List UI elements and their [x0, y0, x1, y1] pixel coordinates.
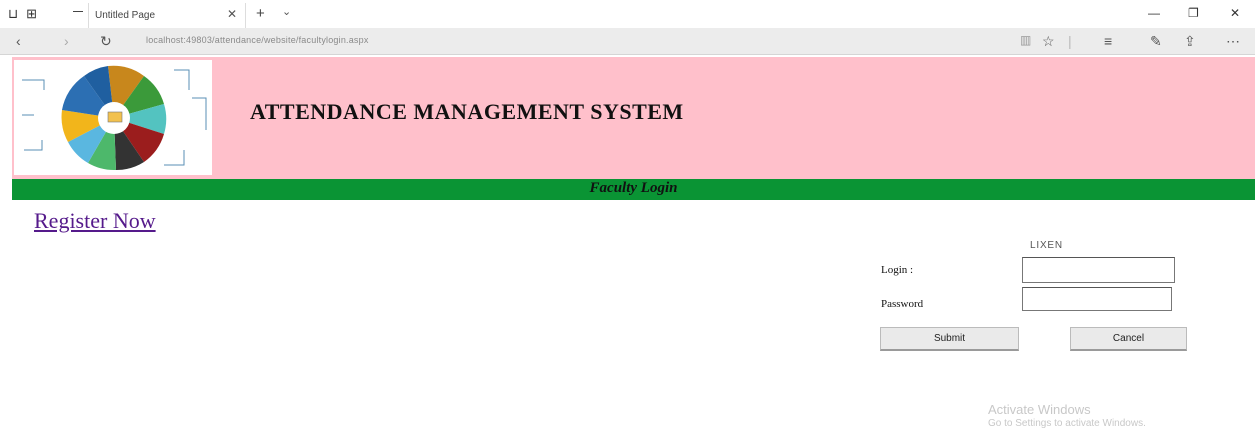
tab-title: Untitled Page — [95, 10, 156, 21]
login-label: Login : — [881, 264, 914, 276]
more-icon[interactable]: ⋯ — [1226, 33, 1240, 50]
site-title: ATTENDANCE MANAGEMENT SYSTEM — [250, 99, 684, 124]
new-tab-icon[interactable]: + — [256, 5, 265, 22]
minimize-icon[interactable]: — — [1148, 6, 1160, 20]
hub-icon[interactable]: ≡ — [1104, 33, 1112, 49]
share-icon[interactable]: ⇪ — [1184, 33, 1196, 50]
submit-button[interactable]: Submit — [880, 327, 1019, 351]
reading-view-icon[interactable]: ▥ — [1020, 33, 1031, 47]
browser-tab[interactable]: Untitled Page ✕ — [73, 3, 246, 28]
cancel-button[interactable]: Cancel — [1070, 327, 1187, 351]
address-bar[interactable]: localhost:49803/attendance/website/facul… — [146, 35, 369, 45]
refresh-icon[interactable]: ↻ — [100, 33, 112, 50]
activate-windows-watermark: Activate Windows Go to Settings to activ… — [988, 402, 1146, 429]
login-input[interactable] — [1022, 257, 1175, 283]
forward-icon[interactable]: › — [64, 33, 69, 49]
password-input[interactable] — [1022, 287, 1172, 311]
restore-icon[interactable]: ❐ — [1188, 6, 1199, 20]
browser-tab-bar: ⊔ ⊞ Untitled Page ✕ + ⌄ — ❐ ✕ — [0, 0, 1255, 28]
attendance-logo — [14, 60, 212, 175]
watermark-subtitle: Go to Settings to activate Windows. — [988, 418, 1146, 429]
page-icon — [73, 11, 83, 12]
register-now-link[interactable]: Register Now — [34, 208, 156, 234]
tab-preview-chevron-icon[interactable]: ⌄ — [282, 5, 291, 18]
back-icon[interactable]: ‹ — [16, 33, 21, 49]
browser-nav-bar: ‹ › ↻ localhost:49803/attendance/website… — [0, 28, 1255, 55]
close-tab-icon[interactable]: ✕ — [227, 7, 237, 21]
status-message: LIXEN — [1030, 240, 1063, 251]
close-window-icon[interactable]: ✕ — [1230, 6, 1240, 20]
page-title-bar: Faculty Login — [12, 179, 1255, 200]
show-tabs-icon[interactable]: ⊞ — [26, 6, 37, 22]
password-label: Password — [881, 298, 924, 310]
page-title: Faculty Login — [589, 180, 678, 196]
set-aside-tabs-icon[interactable]: ⊔ — [8, 6, 18, 22]
web-note-icon[interactable]: ✎ — [1150, 33, 1162, 50]
site-header: ATTENDANCE MANAGEMENT SYSTEM — [12, 57, 1255, 179]
favorite-star-icon[interactable]: ☆ — [1042, 33, 1055, 50]
watermark-title: Activate Windows — [988, 402, 1091, 417]
separator: | — [1068, 33, 1072, 49]
tab-actions: ⊔ ⊞ — [8, 6, 37, 22]
